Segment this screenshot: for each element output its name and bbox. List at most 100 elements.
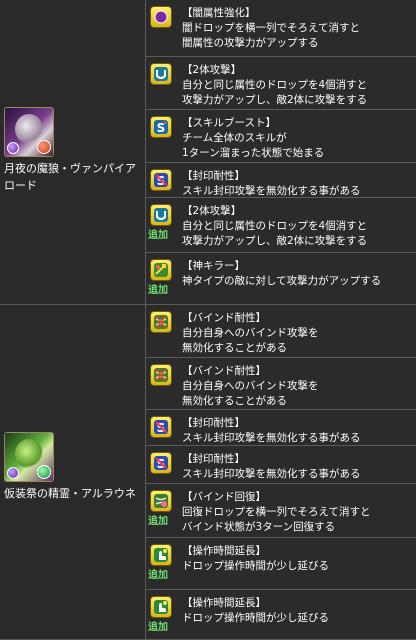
awakening-description: 【2体攻撃】自分と同じ属性のドロップを4個消すと 攻撃力がアップし、敵2体に攻撃を…: [182, 63, 414, 108]
awakening-title: 【バインド回復】: [182, 491, 266, 503]
awakening-title: 【2体攻撃】: [182, 205, 242, 217]
awakening-icon-wrap: [150, 204, 174, 228]
awakening-description-line: 攻撃力がアップし、敵2体に攻撃をする: [182, 94, 368, 106]
skill-bind-resist-icon[interactable]: S: [150, 416, 172, 438]
awakening-description-line: スキル封印攻撃を無効化する事がある: [182, 468, 361, 480]
awakening-title: 【封印耐性】: [182, 417, 245, 429]
character-cell: 仮装祭の精霊・アルラウネ: [0, 305, 146, 640]
time-extend-icon[interactable]: [150, 596, 172, 618]
god-killer-icon[interactable]: [150, 259, 172, 281]
sub-attribute-orb-icon: [7, 467, 19, 479]
awakening-row: 【バインド耐性】自分自身へのバインド攻撃を 無効化することがある: [146, 305, 416, 358]
awakening-description: 【バインド耐性】自分自身へのバインド攻撃を 無効化することがある: [182, 364, 414, 409]
awakening-title: 【封印耐性】: [182, 170, 245, 182]
awakening-icon-wrap: [150, 490, 174, 514]
awakening-title: 【封印耐性】: [182, 453, 245, 465]
bind-resist-icon[interactable]: [150, 364, 172, 386]
character-portrait[interactable]: [4, 432, 54, 482]
awakening-row: 【闇属性強化】闇ドロップを横一列でそろえて消すと 闇属性の攻撃力がアップする: [146, 0, 416, 57]
awakening-description-line: スキル封印攻撃を無効化する事がある: [182, 432, 361, 444]
character-cell: 月夜の魔狼・ヴァンパイアロード: [0, 0, 146, 305]
awakening-description-line: チーム全体のスキルが: [182, 132, 287, 144]
awakening-description-line: 回復ドロップを横一列でそろえて消すと: [182, 506, 371, 518]
bind-resist-icon[interactable]: [150, 311, 172, 333]
awakening-table: 月夜の魔狼・ヴァンパイアロード 仮装祭の精霊・アルラウネ 【闇属性強化】闇ドロッ…: [0, 0, 416, 640]
awakening-title: 【バインド耐性】: [182, 365, 266, 377]
awakening-title: 【神キラー】: [182, 260, 245, 272]
awakening-icon-wrap: S: [150, 169, 174, 193]
additional-awakening-label: 追加: [148, 230, 168, 241]
awakening-description-line: 無効化することがある: [182, 395, 287, 407]
awakening-description: 【スキルブースト】 チーム全体のスキルが 1ターン溜まった状態で始まる: [182, 116, 414, 161]
awakening-row: 【バインド耐性】自分自身へのバインド攻撃を 無効化することがある: [146, 358, 416, 410]
awakening-description-line: 闇ドロップを横一列でそろえて消すと: [182, 22, 360, 34]
awakening-icon-wrap: [150, 364, 174, 388]
awakening-title: 【闇属性強化】: [182, 7, 256, 19]
awakening-title: 【操作時間延長】: [182, 597, 266, 609]
awakening-row: 【2体攻撃】自分と同じ属性のドロップを4個消すと 攻撃力がアップし、敵2体に攻撃を…: [146, 57, 416, 110]
character-name[interactable]: 月夜の魔狼・ヴァンパイアロード: [4, 160, 142, 194]
awakening-row: S 【封印耐性】スキル封印攻撃を無効化する事がある: [146, 446, 416, 484]
awakening-description: 【闇属性強化】闇ドロップを横一列でそろえて消すと 闇属性の攻撃力がアップする: [182, 6, 414, 51]
skill-boost-icon[interactable]: S: [150, 116, 172, 138]
awakening-icon-wrap: S: [150, 116, 174, 140]
skill-bind-resist-icon[interactable]: S: [150, 169, 172, 191]
awakening-row: 追加 【操作時間延長】ドロップ操作時間が少し延びる: [146, 538, 416, 590]
awakening-description: 【バインド回復】回復ドロップを横一列でそろえて消すと バインド状態が3ターン回復す…: [182, 490, 414, 535]
awakening-icon-wrap: [150, 311, 174, 335]
awakening-description: 【封印耐性】スキル封印攻撃を無効化する事がある: [182, 416, 414, 446]
awakening-description-line: 攻撃力がアップし、敵2体に攻撃をする: [182, 235, 368, 247]
awakening-icon-wrap: [150, 596, 174, 620]
character-portrait[interactable]: [4, 107, 54, 157]
awakening-description-line: 自分と同じ属性のドロップを4個消すと: [182, 220, 368, 232]
awakening-description-line: ドロップ操作時間が少し延びる: [182, 560, 329, 572]
two-pronged-attack-icon[interactable]: [150, 204, 172, 226]
character-name[interactable]: 仮装祭の精霊・アルラウネ: [4, 485, 142, 502]
awakening-description-line: スキル封印攻撃を無効化する事がある: [182, 185, 361, 197]
awakening-row: 追加 【操作時間延長】ドロップ操作時間が少し延びる: [146, 590, 416, 640]
awakening-description-line: ドロップ操作時間が少し延びる: [182, 612, 329, 624]
awakening-description-line: 自分自身へのバインド攻撃を: [182, 327, 319, 339]
awakening-description-line: 闇属性の攻撃力がアップする: [182, 37, 319, 49]
awakening-title: 【2体攻撃】: [182, 64, 242, 76]
awakening-row: S 【封印耐性】スキル封印攻撃を無効化する事がある: [146, 410, 416, 446]
awakening-description-line: 自分と同じ属性のドロップを4個消すと: [182, 79, 368, 91]
two-pronged-attack-icon[interactable]: [150, 63, 172, 85]
awakening-icon-wrap: [150, 259, 174, 283]
attribute-orb-icon: [37, 465, 51, 479]
additional-awakening-label: 追加: [148, 570, 168, 581]
awakening-description: 【封印耐性】スキル封印攻撃を無効化する事がある: [182, 169, 414, 199]
awakening-icon-wrap: [150, 544, 174, 568]
awakening-title: 【操作時間延長】: [182, 545, 266, 557]
awakening-icon-wrap: S: [150, 452, 174, 476]
awakening-description-line: バインド状態が3ターン回復する: [182, 521, 336, 533]
awakening-row: S 【スキルブースト】 チーム全体のスキルが 1ターン溜まった状態で始まる: [146, 110, 416, 163]
awakening-description-line: 1ターン溜まった状態で始まる: [182, 147, 325, 159]
awakening-row: 追加 【神キラー】神タイプの敵に対して攻撃力がアップする: [146, 253, 416, 305]
awakening-icon-wrap: [150, 6, 174, 30]
bind-recovery-icon[interactable]: [150, 490, 172, 512]
awakening-description: 【バインド耐性】自分自身へのバインド攻撃を 無効化することがある: [182, 311, 414, 356]
time-extend-icon[interactable]: [150, 544, 172, 566]
awakening-description: 【封印耐性】スキル封印攻撃を無効化する事がある: [182, 452, 414, 482]
skill-bind-resist-icon[interactable]: S: [150, 452, 172, 474]
awakening-description: 【2体攻撃】自分と同じ属性のドロップを4個消すと 攻撃力がアップし、敵2体に攻撃を…: [182, 204, 414, 249]
awakening-description: 【神キラー】神タイプの敵に対して攻撃力がアップする: [182, 259, 414, 289]
awakening-description-line: 神タイプの敵に対して攻撃力がアップする: [182, 275, 382, 287]
awakening-description: 【操作時間延長】ドロップ操作時間が少し延びる: [182, 544, 414, 574]
attribute-orb-icon: [37, 140, 51, 154]
awakening-title: 【スキルブースト】: [182, 117, 276, 129]
dark-orb-enhance-icon[interactable]: [150, 6, 172, 28]
sub-attribute-orb-icon: [7, 142, 19, 154]
awakening-icon-wrap: [150, 63, 174, 87]
awakening-icon-wrap: S: [150, 416, 174, 440]
awakening-title: 【バインド耐性】: [182, 312, 266, 324]
awakening-row: 追加 【バインド回復】回復ドロップを横一列でそろえて消すと バインド状態が3ターン回…: [146, 484, 416, 538]
awakening-description-line: 自分自身へのバインド攻撃を: [182, 380, 319, 392]
awakening-description: 【操作時間延長】ドロップ操作時間が少し延びる: [182, 596, 414, 626]
additional-awakening-label: 追加: [148, 516, 168, 527]
additional-awakening-label: 追加: [148, 285, 168, 296]
awakening-row: 追加 【2体攻撃】自分と同じ属性のドロップを4個消すと 攻撃力がアップし、敵2体に攻…: [146, 198, 416, 253]
additional-awakening-label: 追加: [148, 622, 168, 633]
awakening-description-line: 無効化することがある: [182, 342, 287, 354]
